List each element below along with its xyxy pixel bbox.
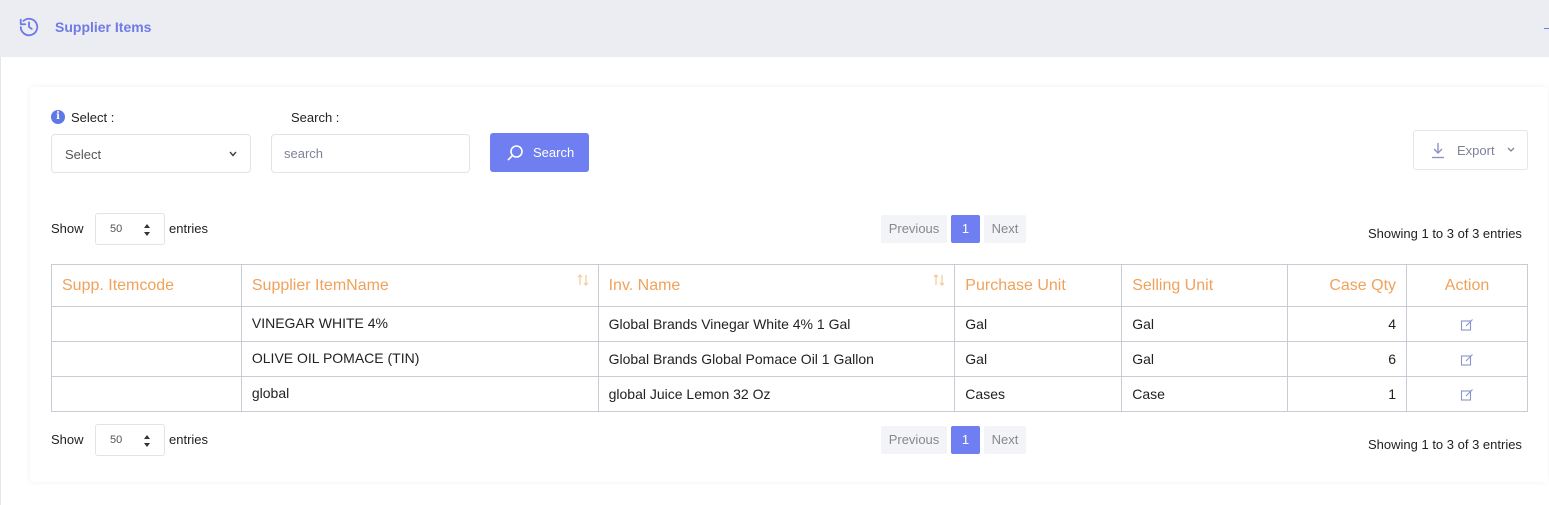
download-icon [1432, 143, 1444, 159]
cell-supplier-name: OLIVE OIL POMACE (TIN) [240, 341, 599, 377]
cell-action [1406, 376, 1528, 412]
pager-page-1[interactable]: 1 [951, 426, 980, 454]
pager-previous-button[interactable]: Previous [881, 426, 947, 454]
supplier-items-table: Supp. Itemcode Supplier ItemName Inv. Na… [51, 264, 1528, 412]
column-header[interactable]: Supplier ItemName [240, 264, 599, 307]
sort-arrows-icon [144, 435, 150, 447]
cell-action [1406, 306, 1528, 342]
column-header[interactable]: Purchase Unit [954, 264, 1123, 307]
cell-case-qty: 4 [1287, 306, 1408, 342]
cell-inv-name: Global Brands Vinegar White 4% 1 Gal [597, 306, 956, 342]
edit-icon[interactable] [1460, 318, 1474, 332]
cell-supplier-name: global [240, 376, 599, 412]
chevron-down-icon [1507, 147, 1515, 152]
page-title: Supplier Items [55, 19, 152, 35]
show-label: Show [51, 432, 84, 447]
entries-label: entries [169, 221, 209, 236]
cell-selling-unit: Gal [1121, 306, 1289, 342]
cell-itemcode [51, 306, 242, 342]
sort-arrows-icon [144, 224, 150, 236]
cell-purchase-unit: Gal [954, 341, 1123, 377]
page-length-value: 50 [110, 434, 123, 446]
select-dropdown[interactable]: Select [51, 134, 251, 173]
column-header[interactable]: Supp. Itemcode [51, 264, 242, 307]
cell-inv-name: Global Brands Global Pomace Oil 1 Gallon [597, 341, 956, 377]
table-header-row: Supp. Itemcode Supplier ItemName Inv. Na… [51, 264, 1528, 307]
search-icon [507, 145, 523, 161]
entries-label: entries [169, 432, 209, 447]
pager-next-button[interactable]: Next [984, 426, 1026, 454]
column-header: Action [1406, 264, 1528, 307]
cell-selling-unit: Case [1121, 376, 1289, 412]
chevron-down-icon [229, 151, 237, 157]
pager-page-1[interactable]: 1 [951, 215, 980, 243]
page-length-select[interactable]: 50 [95, 213, 165, 245]
search-button[interactable]: Search [490, 133, 589, 172]
export-button-label: Export [1457, 143, 1495, 158]
cell-selling-unit: Gal [1121, 341, 1289, 377]
column-header[interactable]: Case Qty [1287, 264, 1408, 307]
cell-inv-name: global Juice Lemon 32 Oz [597, 376, 956, 412]
search-input[interactable] [271, 134, 470, 173]
column-header[interactable]: Selling Unit [1121, 264, 1289, 307]
export-button[interactable]: Export [1413, 130, 1528, 170]
page-length-value: 50 [110, 223, 123, 235]
page-length-select[interactable]: 50 [95, 424, 165, 456]
left-border [0, 57, 1, 505]
column-header-label: Supplier ItemName [251, 276, 389, 294]
column-header-label: Inv. Name [608, 276, 681, 294]
cell-purchase-unit: Gal [954, 306, 1123, 342]
cell-action [1406, 341, 1528, 377]
table-info: Showing 1 to 3 of 3 entries [1368, 437, 1522, 452]
sort-icon [933, 274, 945, 286]
collapse-dash[interactable] [1544, 28, 1549, 29]
cell-case-qty: 6 [1287, 341, 1408, 377]
column-header[interactable]: Inv. Name [597, 264, 956, 307]
show-label: Show [51, 221, 84, 236]
pager-previous-button[interactable]: Previous [881, 215, 947, 243]
edit-icon[interactable] [1460, 388, 1474, 402]
cell-supplier-name: VINEGAR WHITE 4% [240, 306, 599, 342]
info-icon[interactable]: i [51, 110, 65, 124]
select-label: Select : [71, 110, 115, 125]
edit-icon[interactable] [1460, 353, 1474, 367]
history-icon [19, 17, 39, 37]
pager-next-button[interactable]: Next [984, 215, 1026, 243]
table-row: global global Juice Lemon 32 Oz Cases Ca… [51, 376, 1528, 412]
cell-itemcode [51, 341, 242, 377]
select-value: Select [65, 147, 102, 162]
cell-case-qty: 1 [1287, 376, 1408, 412]
page-header: Supplier Items [0, 0, 1549, 57]
sort-icon [577, 274, 589, 286]
cell-purchase-unit: Cases [954, 376, 1123, 412]
cell-itemcode [51, 376, 242, 412]
search-button-label: Search [533, 145, 575, 160]
table-row: OLIVE OIL POMACE (TIN) Global Brands Glo… [51, 341, 1528, 377]
search-label: Search : [291, 110, 340, 125]
table-info: Showing 1 to 3 of 3 entries [1368, 226, 1522, 241]
table-row: VINEGAR WHITE 4% Global Brands Vinegar W… [51, 306, 1528, 342]
